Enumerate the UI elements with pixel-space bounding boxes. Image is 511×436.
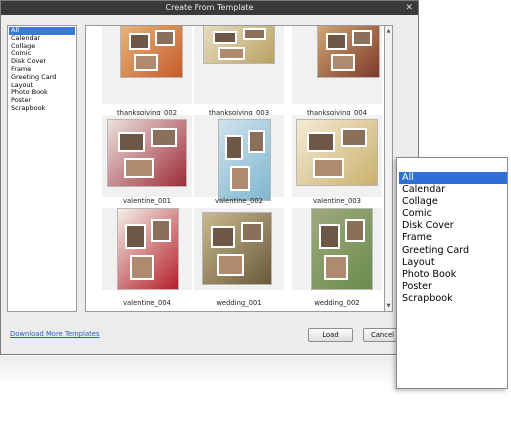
photo-frame — [324, 255, 348, 280]
photo-frame — [307, 132, 335, 152]
template-thumbnail-frame — [102, 115, 192, 197]
window-reflection — [0, 356, 419, 386]
photo-frame — [341, 128, 367, 147]
template-thumbnail-frame — [194, 26, 284, 104]
category-item-disk-cover[interactable]: Disk Cover — [399, 220, 507, 232]
close-icon[interactable]: ✕ — [405, 1, 413, 15]
template-name: valentine_004 — [123, 299, 171, 307]
template-thumbnail-frame — [292, 208, 382, 290]
template-thumbnail-frame — [194, 208, 284, 290]
template-thumbnail-frame — [292, 115, 382, 197]
scroll-up-icon[interactable]: ▲ — [385, 28, 392, 34]
photo-frame — [230, 166, 250, 191]
template-thumbnail-frame — [292, 26, 382, 104]
category-item-comic[interactable]: Comic — [399, 208, 507, 220]
download-more-templates-link[interactable]: Download More Templates — [10, 330, 100, 338]
photo-frame — [130, 255, 154, 280]
scroll-down-icon[interactable]: ▼ — [385, 303, 392, 309]
category-list-zoom[interactable]: All Calendar Collage Comic Disk Cover Frame Gr… — [396, 157, 508, 389]
template-name: valentine_003 — [313, 197, 361, 205]
category-item-layout[interactable]: Layout — [399, 257, 507, 269]
photo-frame — [248, 130, 265, 153]
photo-frame — [211, 226, 235, 248]
template-name: valentine_002 — [215, 197, 263, 205]
template-name: wedding_001 — [216, 299, 262, 307]
template-thumbnail-image — [311, 208, 373, 290]
template-thumbnail-image — [120, 26, 183, 78]
category-item-poster[interactable]: Poster — [399, 281, 507, 293]
photo-frame — [129, 33, 150, 50]
template-thumbnail-frame — [102, 26, 192, 104]
photo-frame — [218, 47, 245, 60]
template-thumbnail-image — [202, 212, 272, 285]
load-button[interactable]: Load — [308, 328, 353, 342]
template-thumbnail-image — [203, 26, 275, 64]
category-item-calendar[interactable]: Calendar — [399, 184, 507, 196]
photo-frame — [151, 128, 177, 147]
photo-frame — [352, 30, 372, 46]
photo-frame — [243, 28, 266, 40]
photo-frame — [125, 224, 146, 249]
window-title: Create From Template — [165, 3, 254, 12]
category-item-frame[interactable]: Frame — [399, 232, 507, 244]
template-thumbnail-frame — [102, 208, 192, 290]
photo-frame — [225, 135, 243, 160]
photo-frame — [326, 33, 347, 50]
photo-frame — [155, 30, 175, 46]
photo-frame — [151, 219, 171, 242]
photo-frame — [331, 54, 355, 71]
category-item-scrapbook[interactable]: Scrapbook — [399, 293, 507, 305]
category-item-collage[interactable]: Collage — [399, 196, 507, 208]
create-from-template-dialog: Create From Template ✕ All Calendar Collag… — [0, 0, 419, 355]
category-item-scrapbook[interactable]: Scrapbook — [9, 104, 75, 113]
category-item-photo-book[interactable]: Photo Book — [399, 269, 507, 281]
photo-frame — [319, 224, 340, 249]
category-item-greeting-card[interactable]: Greeting Card — [399, 245, 507, 257]
photo-frame — [124, 158, 154, 178]
grid-scrollbar[interactable]: ▲ ▼ — [385, 25, 393, 312]
template-grid: thanksgiving_002 thanksgiving_003 thanksgi… — [85, 25, 385, 312]
photo-frame — [134, 54, 158, 71]
template-thumbnail-image — [317, 26, 380, 78]
template-thumbnail-image — [117, 208, 179, 290]
template-thumbnail-image — [296, 119, 378, 186]
template-name: valentine_001 — [123, 197, 171, 205]
template-name: wedding_002 — [314, 299, 360, 307]
title-bar: Create From Template ✕ — [1, 1, 418, 15]
photo-frame — [213, 31, 237, 44]
template-thumbnail-image — [218, 119, 271, 201]
template-thumbnail-image — [107, 119, 187, 187]
category-item-all[interactable]: All — [399, 172, 507, 185]
photo-frame — [241, 222, 263, 242]
template-thumbnail-frame — [194, 115, 284, 201]
category-list[interactable]: All Calendar Collage Comic Disk Cover Frame Gr… — [7, 25, 77, 312]
photo-frame — [118, 132, 145, 152]
photo-frame — [217, 254, 244, 276]
photo-frame — [345, 219, 365, 242]
photo-frame — [313, 158, 344, 178]
